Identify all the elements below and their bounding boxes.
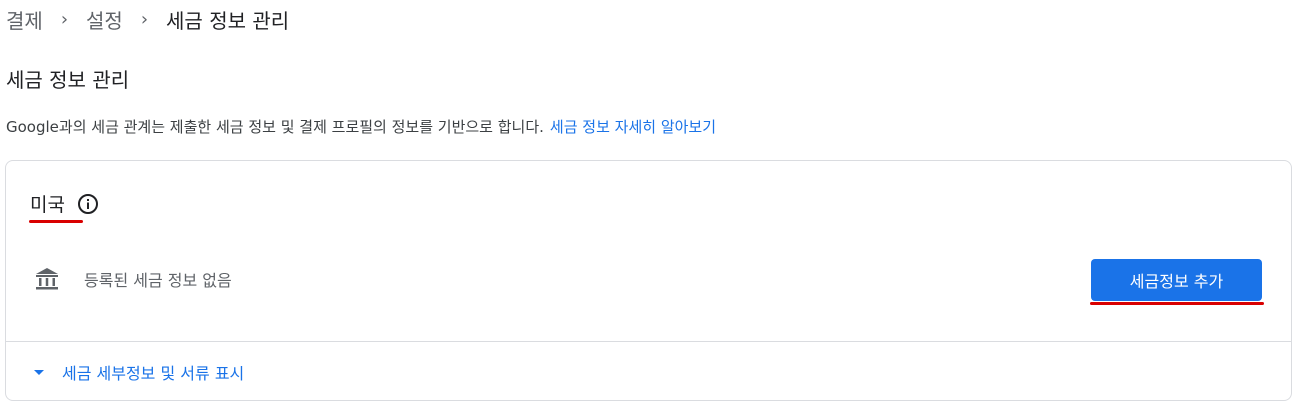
breadcrumb-item-current: 세금 정보 관리 <box>166 8 290 33</box>
button-annotation-underline <box>1090 302 1264 305</box>
page-title: 세금 정보 관리 <box>6 68 130 92</box>
country-annotation-underline <box>29 220 83 223</box>
learn-more-link[interactable]: 세금 정보 자세히 알아보기 <box>550 118 716 136</box>
breadcrumb: 결제 › 설정 › 세금 정보 관리 <box>6 4 289 34</box>
card-divider <box>6 341 1291 342</box>
page-description: Google과의 세금 관계는 제출한 세금 정보 및 결제 프로필의 정보를 … <box>6 116 716 137</box>
show-tax-details-label: 세금 세부정보 및 서류 표시 <box>62 364 245 383</box>
breadcrumb-item-billing[interactable]: 결제 <box>6 5 43 34</box>
breadcrumb-item-settings[interactable]: 설정 <box>86 5 123 34</box>
country-label: 미국 <box>30 194 65 216</box>
info-icon[interactable] <box>77 193 99 215</box>
bank-icon <box>34 266 60 292</box>
chevron-right-icon: › <box>140 8 149 30</box>
caret-down-icon <box>34 369 44 375</box>
show-tax-details-toggle[interactable]: 세금 세부정보 및 서류 표시 <box>34 360 244 384</box>
description-text: Google과의 세금 관계는 제출한 세금 정보 및 결제 프로필의 정보를 … <box>6 118 544 136</box>
chevron-right-icon: › <box>60 8 69 30</box>
tax-status-row: 등록된 세금 정보 없음 <box>34 266 232 292</box>
no-tax-info-text: 등록된 세금 정보 없음 <box>84 271 232 290</box>
add-tax-info-button[interactable]: 세금정보 추가 <box>1091 259 1262 301</box>
country-header: 미국 <box>30 190 99 217</box>
